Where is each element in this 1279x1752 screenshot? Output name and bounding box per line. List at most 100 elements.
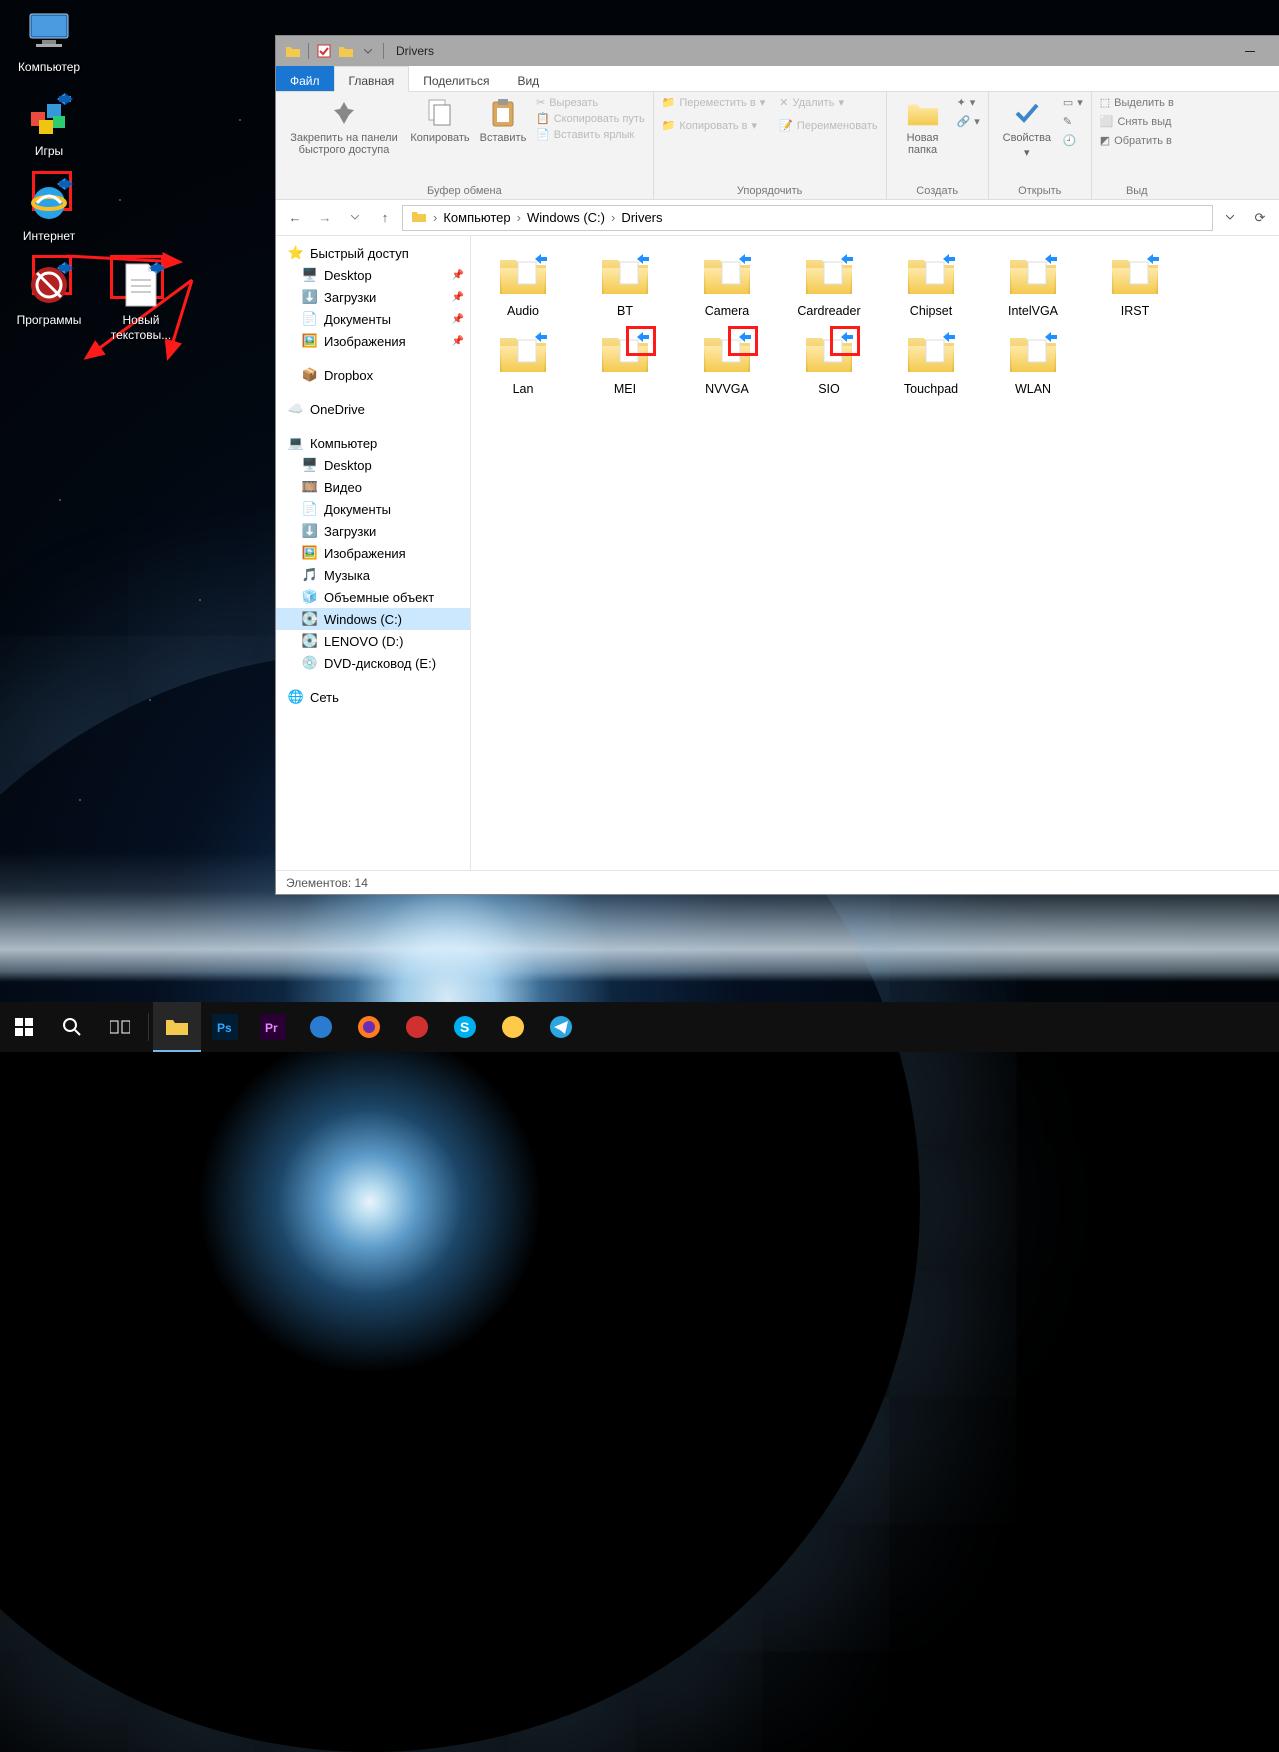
copy-path-button[interactable]: 📋Скопировать путь — [536, 112, 645, 125]
folder-item[interactable]: Chipset — [889, 252, 973, 318]
taskbar-app-red[interactable] — [393, 1002, 441, 1052]
invert-selection-button[interactable]: ◩Обратить в — [1100, 134, 1174, 147]
tab-home[interactable]: Главная — [334, 66, 410, 92]
chevron-right-icon[interactable]: › — [431, 210, 439, 225]
sidebar-computer[interactable]: 💻Компьютер — [276, 432, 470, 454]
paste-shortcut-button[interactable]: 📄Вставить ярлык — [536, 128, 645, 141]
folder-item[interactable]: Audio — [481, 252, 565, 318]
taskbar-app-blue[interactable] — [297, 1002, 345, 1052]
navigation-pane[interactable]: ⭐Быстрый доступ 🖥️Desktop📌 ⬇️Загрузки📌 📄… — [276, 236, 471, 870]
copy-to-button[interactable]: 📁Копировать в ▾ — [662, 119, 766, 132]
folder-icon[interactable] — [282, 40, 304, 62]
new-folder-icon[interactable] — [335, 40, 357, 62]
breadcrumb-item[interactable]: Drivers — [617, 210, 666, 225]
sidebar-onedrive[interactable]: ☁️OneDrive — [276, 398, 470, 420]
copy-button[interactable]: Копировать — [410, 96, 470, 144]
titlebar[interactable]: Drivers — [276, 36, 1279, 66]
sidebar-quick-access[interactable]: ⭐Быстрый доступ — [276, 242, 470, 264]
easy-access-button[interactable]: 🔗▾ — [957, 115, 980, 128]
desktop-icon-computer[interactable]: Компьютер — [6, 8, 92, 74]
breadcrumb-dropdown-button[interactable] — [1217, 205, 1243, 231]
breadcrumb[interactable]: › Компьютер › Windows (C:) › Drivers — [402, 205, 1213, 231]
desktop-icon-games[interactable]: Игры — [6, 92, 92, 158]
folder-item[interactable]: Camera — [685, 252, 769, 318]
task-view-button[interactable] — [96, 1002, 144, 1052]
tab-share[interactable]: Поделиться — [409, 66, 503, 91]
search-button[interactable] — [48, 1002, 96, 1052]
annotation-redbox — [830, 326, 860, 356]
taskbar-app-skype[interactable]: S — [441, 1002, 489, 1052]
sidebar-item-documents[interactable]: 📄Документы📌 — [276, 308, 470, 330]
select-all-button[interactable]: ⬚Выделить в — [1100, 96, 1174, 109]
folder-item[interactable]: NVVGA — [685, 330, 769, 396]
sidebar-item-desktop[interactable]: 🖥️Desktop📌 — [276, 264, 470, 286]
desktop-icon-internet[interactable]: Интернет — [6, 177, 92, 243]
properties-icon[interactable] — [313, 40, 335, 62]
rename-button[interactable]: 📝Переименовать — [779, 119, 877, 132]
taskbar-app-telegram[interactable] — [537, 1002, 585, 1052]
sidebar-item-desktop2[interactable]: 🖥️Desktop — [276, 454, 470, 476]
sidebar-item-pictures[interactable]: 🖼️Изображения📌 — [276, 330, 470, 352]
dropdown-chevron-icon[interactable] — [357, 40, 379, 62]
folder-item[interactable]: Touchpad — [889, 330, 973, 396]
delete-button[interactable]: ✕Удалить ▾ — [779, 96, 877, 109]
tab-view[interactable]: Вид — [503, 66, 553, 91]
file-list[interactable]: Audio BT Camera — [471, 236, 1279, 870]
move-to-button[interactable]: 📁Переместить в ▾ — [662, 96, 766, 109]
sidebar-item-3d[interactable]: 🧊Объемные объект — [276, 586, 470, 608]
up-button[interactable]: ↑ — [372, 205, 398, 231]
ribbon-label: Скопировать путь — [554, 113, 645, 125]
sidebar-item-downloads2[interactable]: ⬇️Загрузки — [276, 520, 470, 542]
paste-button[interactable]: Вставить — [476, 96, 530, 144]
new-folder-button[interactable]: Новая папка — [895, 96, 951, 156]
pin-to-quick-access-button[interactable]: Закрепить на панели быстрого доступа — [284, 96, 404, 156]
folder-item[interactable]: BT — [583, 252, 667, 318]
desktop-icon-programs[interactable]: Программы — [6, 261, 92, 342]
sidebar-item-videos[interactable]: 🎞️Видео — [276, 476, 470, 498]
history-button[interactable]: 🕘 — [1063, 134, 1083, 147]
sidebar-item-music[interactable]: 🎵Музыка — [276, 564, 470, 586]
tab-file[interactable]: Файл — [276, 66, 334, 91]
properties-button[interactable]: Свойства▾ — [997, 96, 1057, 159]
refresh-button[interactable]: ⟳ — [1247, 205, 1273, 231]
minimize-button[interactable] — [1227, 36, 1273, 66]
cut-button[interactable]: ✂Вырезать — [536, 96, 645, 109]
start-button[interactable] — [0, 1002, 48, 1052]
folder-item[interactable]: IRST — [1093, 252, 1177, 318]
taskbar[interactable]: Ps Pr S — [0, 1002, 1279, 1052]
folder-item[interactable]: MEI — [583, 330, 667, 396]
folder-item[interactable]: Cardreader — [787, 252, 871, 318]
ribbon-group-open: Свойства▾ ▭▾ ✎ 🕘 Открыть — [989, 92, 1092, 199]
taskbar-app-pr[interactable]: Pr — [249, 1002, 297, 1052]
recent-locations-button[interactable] — [342, 205, 368, 231]
taskbar-app-firefox[interactable] — [345, 1002, 393, 1052]
sidebar-item-dvd[interactable]: 💿DVD-дисковод (E:) — [276, 652, 470, 674]
sidebar-item-downloads[interactable]: ⬇️Загрузки📌 — [276, 286, 470, 308]
desktop-icon-new-text[interactable]: Новый текстовы... — [98, 261, 184, 342]
sidebar-network[interactable]: 🌐Сеть — [276, 686, 470, 708]
new-item-button[interactable]: ✦▾ — [957, 96, 980, 109]
taskbar-app-yellow[interactable] — [489, 1002, 537, 1052]
breadcrumb-item[interactable]: Windows (C:) — [523, 210, 609, 225]
chevron-right-icon[interactable]: › — [515, 210, 523, 225]
sidebar-item-dropbox[interactable]: 📦Dropbox — [276, 364, 470, 386]
desktop-icon-label: Игры — [6, 144, 92, 158]
folder-item[interactable]: SIO — [787, 330, 871, 396]
edit-button[interactable]: ✎ — [1063, 115, 1083, 128]
folder-item[interactable]: Lan — [481, 330, 565, 396]
open-button[interactable]: ▭▾ — [1063, 96, 1083, 109]
breadcrumb-item[interactable]: Компьютер — [439, 210, 514, 225]
taskbar-file-explorer[interactable] — [153, 1002, 201, 1052]
select-none-button[interactable]: ⬜Снять выд — [1100, 115, 1174, 128]
sidebar-item-pictures2[interactable]: 🖼️Изображения — [276, 542, 470, 564]
folder-item[interactable]: IntelVGA — [991, 252, 1075, 318]
taskbar-app-ps[interactable]: Ps — [201, 1002, 249, 1052]
sidebar-item-lenovo-d[interactable]: 💽LENOVO (D:) — [276, 630, 470, 652]
forward-button[interactable]: → — [312, 205, 338, 231]
svg-text:Pr: Pr — [265, 1021, 278, 1035]
sidebar-item-windows-c[interactable]: 💽Windows (C:) — [276, 608, 470, 630]
chevron-right-icon[interactable]: › — [609, 210, 617, 225]
folder-item[interactable]: WLAN — [991, 330, 1075, 396]
back-button[interactable]: ← — [282, 205, 308, 231]
sidebar-item-documents2[interactable]: 📄Документы — [276, 498, 470, 520]
